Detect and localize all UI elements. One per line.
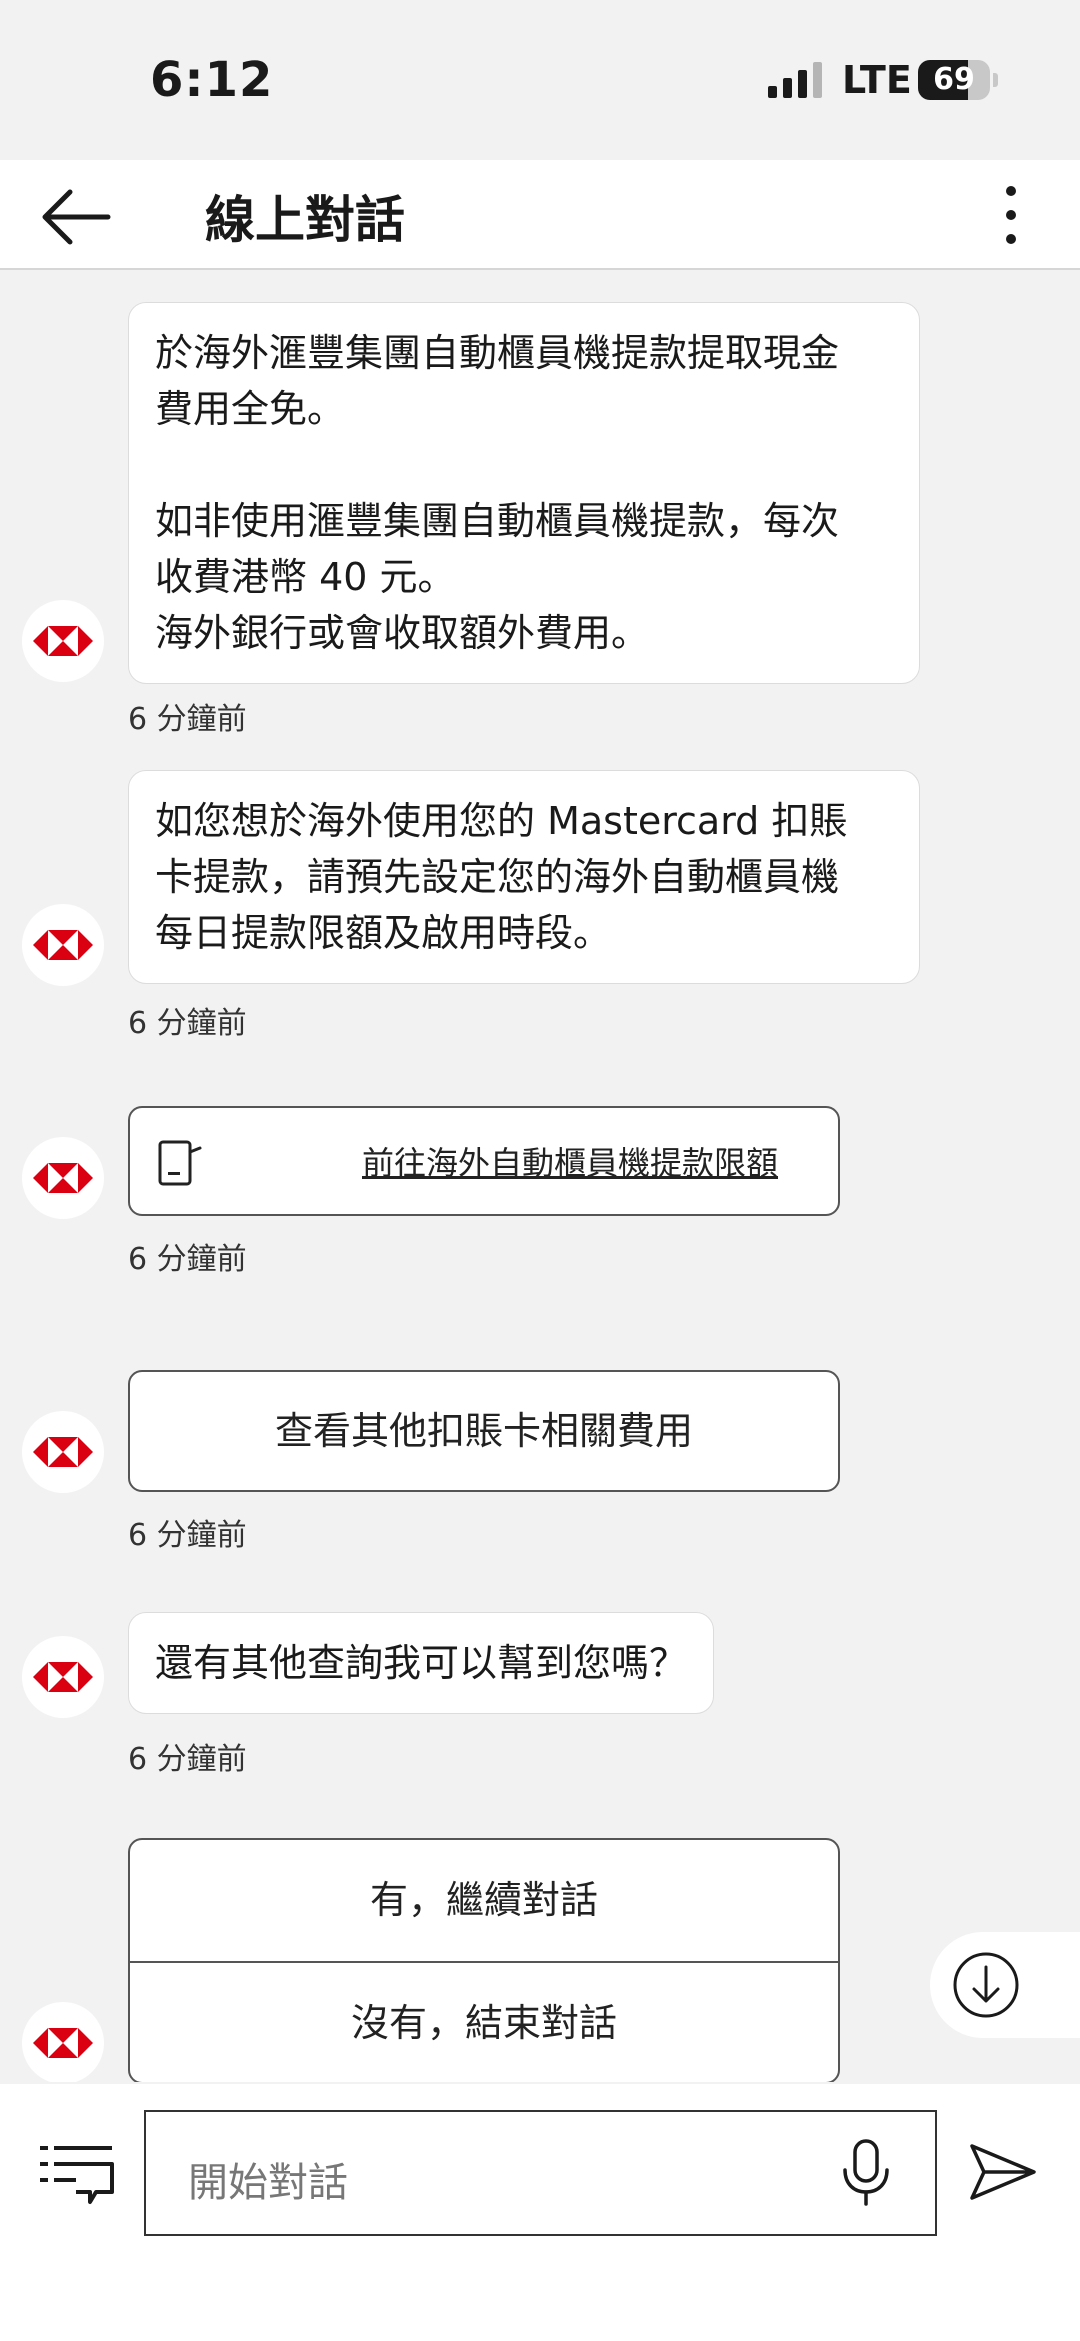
arrow-down-circle-icon (953, 1952, 1019, 2018)
hsbc-logo-icon (33, 1437, 93, 1467)
hsbc-logo-icon (33, 930, 93, 960)
network-type: LTE (842, 58, 912, 102)
status-time: 6:12 (150, 52, 274, 108)
hsbc-logo-icon (33, 1662, 93, 1692)
battery-icon: 69 (918, 60, 998, 100)
hsbc-logo-icon (33, 2028, 93, 2058)
app-header: 線上對話 (0, 160, 1080, 270)
battery-percent: 69 (933, 62, 975, 97)
message-time: 6 分鐘前 (128, 1006, 247, 1041)
bot-avatar (22, 1636, 104, 1718)
bot-message: 於海外滙豐集團自動櫃員機提款提取現金 費用全免。 如非使用滙豐集團自動櫃員機提款… (128, 302, 920, 684)
message-time: 6 分鐘前 (128, 702, 247, 737)
atm-limit-link-label[interactable]: 前往海外自動櫃員機提款限額 (362, 1138, 778, 1184)
status-bar: 6:12 LTE 69 (0, 0, 1080, 160)
cellular-signal-icon (768, 62, 822, 98)
continue-chat-button[interactable]: 有，繼續對話 (130, 1840, 838, 1961)
menu-icon[interactable] (40, 2142, 114, 2208)
message-time: 6 分鐘前 (128, 1242, 247, 1277)
hsbc-logo-icon (33, 1163, 93, 1193)
quick-reply-options: 有，繼續對話 沒有，結束對話 (128, 1838, 840, 2082)
message-input[interactable]: 開始對話 (144, 2110, 937, 2236)
back-arrow-icon[interactable] (36, 182, 116, 252)
bot-avatar (22, 1137, 104, 1219)
chat-transcript[interactable]: 於海外滙豐集團自動櫃員機提款提取現金 費用全免。 如非使用滙豐集團自動櫃員機提款… (0, 272, 1080, 2082)
atm-card-icon (158, 1140, 202, 1186)
bot-message: 如您想於海外使用您的 Mastercard 扣賬 卡提款，請預先設定您的海外自動… (128, 770, 920, 984)
page-title: 線上對話 (205, 191, 405, 249)
view-debit-card-fees-button[interactable]: 查看其他扣賬卡相關費用 (130, 1372, 838, 1490)
hsbc-logo-icon (33, 626, 93, 656)
atm-limit-link[interactable]: 前往海外自動櫃員機提款限額 (128, 1106, 840, 1216)
end-chat-button[interactable]: 沒有，結束對話 (130, 1961, 838, 2082)
bot-avatar (22, 904, 104, 986)
microphone-icon[interactable] (836, 2138, 896, 2208)
bot-message: 還有其他查詢我可以幫到您嗎？ (128, 1612, 715, 1714)
bot-avatar (22, 2002, 104, 2082)
message-time: 6 分鐘前 (128, 1518, 247, 1553)
message-time: 6 分鐘前 (128, 1742, 247, 1777)
message-composer: 開始對話 (0, 2084, 1080, 2341)
scroll-to-bottom-button[interactable] (930, 1932, 1080, 2038)
debit-card-fees-card[interactable]: 查看其他扣賬卡相關費用 (128, 1370, 840, 1492)
message-input-placeholder: 開始對話 (188, 2160, 348, 2206)
bot-avatar (22, 1411, 104, 1493)
send-icon[interactable] (968, 2142, 1038, 2202)
bot-avatar (22, 600, 104, 682)
more-vertical-icon[interactable] (990, 180, 1034, 250)
